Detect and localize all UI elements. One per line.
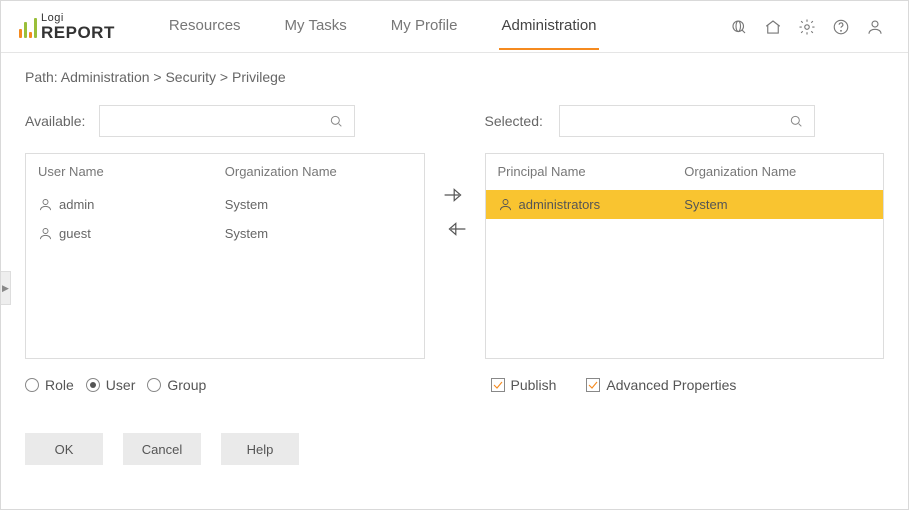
- move-left-icon[interactable]: [443, 219, 467, 239]
- nav-my-tasks[interactable]: My Tasks: [283, 3, 349, 50]
- selected-header: Principal Name Organization Name: [486, 154, 884, 190]
- person-icon: [38, 226, 53, 241]
- selected-search[interactable]: [559, 105, 815, 137]
- available-label: Available:: [25, 113, 91, 129]
- radio-dot-icon: [86, 378, 100, 392]
- available-panel: Available: User Name Organization Name a…: [25, 105, 425, 359]
- button-row: OK Cancel Help: [25, 433, 884, 465]
- search-icon: [788, 113, 804, 129]
- radio-group[interactable]: Group: [147, 377, 206, 393]
- help-button[interactable]: Help: [221, 433, 299, 465]
- gear-icon[interactable]: [798, 18, 816, 36]
- available-header-org: Organization Name: [225, 164, 412, 179]
- top-bar: Logi REPORT Resources My Tasks My Profile A…: [1, 1, 908, 53]
- check-label: Advanced Properties: [606, 377, 736, 393]
- cancel-button[interactable]: Cancel: [123, 433, 201, 465]
- top-nav: Resources My Tasks My Profile Administratio…: [167, 3, 599, 50]
- selected-row[interactable]: administrators System: [486, 190, 884, 219]
- available-header: User Name Organization Name: [26, 154, 424, 190]
- help-icon[interactable]: [832, 18, 850, 36]
- search-icon: [328, 113, 344, 129]
- selected-header-org: Organization Name: [684, 164, 871, 179]
- available-row[interactable]: admin System: [26, 190, 424, 219]
- nav-administration[interactable]: Administration: [499, 3, 598, 50]
- row-org: System: [225, 226, 412, 241]
- dual-panels: Available: User Name Organization Name a…: [25, 105, 884, 359]
- radio-role[interactable]: Role: [25, 377, 74, 393]
- radio-dot-icon: [25, 378, 39, 392]
- home-icon[interactable]: [764, 18, 782, 36]
- row-name: admin: [59, 197, 94, 212]
- ok-button[interactable]: OK: [25, 433, 103, 465]
- logo-top: Logi: [41, 13, 115, 24]
- content: Path: Administration > Security > Privil…: [1, 53, 908, 481]
- checkbox-icon: [586, 378, 600, 392]
- privileges-checks: Publish Advanced Properties: [479, 377, 885, 393]
- user-icon[interactable]: [866, 18, 884, 36]
- radio-label: User: [106, 377, 136, 393]
- person-icon: [38, 197, 53, 212]
- row-name: administrators: [519, 197, 601, 212]
- available-search[interactable]: [99, 105, 355, 137]
- options-row: Role User Group Publish Advanced Properties: [25, 377, 884, 393]
- available-row[interactable]: guest System: [26, 219, 424, 248]
- selected-header-name: Principal Name: [498, 164, 685, 179]
- check-label: Publish: [511, 377, 557, 393]
- row-org: System: [225, 197, 412, 212]
- person-icon: [498, 197, 513, 212]
- radio-label: Group: [167, 377, 206, 393]
- selected-list: Principal Name Organization Name adminis…: [485, 153, 885, 359]
- topbar-icons: [730, 18, 884, 36]
- search-globe-icon[interactable]: [730, 18, 748, 36]
- available-list: User Name Organization Name adminSystemg…: [25, 153, 425, 359]
- logo-bars-icon: [19, 16, 37, 38]
- radio-dot-icon: [147, 378, 161, 392]
- logo-bottom: REPORT: [41, 24, 115, 41]
- breadcrumb: Path: Administration > Security > Privil…: [25, 69, 884, 85]
- nav-resources[interactable]: Resources: [167, 3, 243, 50]
- check-publish[interactable]: Publish: [491, 377, 557, 393]
- checkbox-icon: [491, 378, 505, 392]
- row-org: System: [684, 197, 871, 212]
- radio-user[interactable]: User: [86, 377, 136, 393]
- move-right-icon[interactable]: [443, 185, 467, 205]
- nav-my-profile[interactable]: My Profile: [389, 3, 460, 50]
- selected-label: Selected:: [485, 113, 551, 129]
- logo: Logi REPORT: [19, 13, 115, 41]
- available-header-name: User Name: [38, 164, 225, 179]
- transfer-buttons: [439, 185, 471, 239]
- check-advanced-properties[interactable]: Advanced Properties: [586, 377, 736, 393]
- selected-panel: Selected: Principal Name Organization Na…: [485, 105, 885, 359]
- radio-label: Role: [45, 377, 74, 393]
- row-name: guest: [59, 226, 91, 241]
- principal-type-radios: Role User Group: [25, 377, 419, 393]
